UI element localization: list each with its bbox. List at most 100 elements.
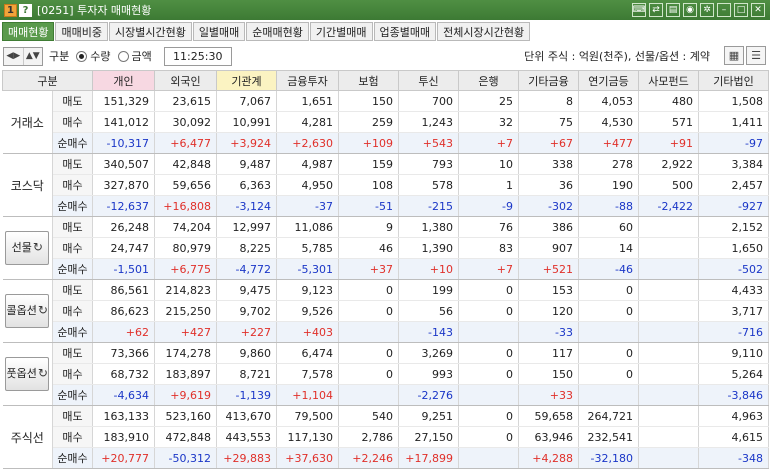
table-cell: -2,422	[638, 195, 699, 217]
tab-bar: 매매현황 매매비중 시장별시간현황 일별매매 순매매현황 기간별매매 업종별매매…	[0, 22, 770, 42]
table-cell: 0	[458, 426, 519, 448]
header-individual[interactable]: 개인	[92, 70, 155, 91]
market-category: 주식선	[2, 405, 53, 469]
tab-net-trading[interactable]: 순매매현황	[246, 22, 309, 41]
table-cell: 793	[398, 153, 459, 175]
header-financial-investment[interactable]: 금융투자	[276, 70, 339, 91]
header-other-corp[interactable]: 기타법인	[698, 70, 769, 91]
radio-quantity[interactable]: 수량	[76, 48, 111, 64]
table-cell: 199	[398, 279, 459, 301]
table-cell: 1,508	[698, 90, 769, 112]
table-cell: 1,650	[698, 237, 769, 259]
maximize-icon[interactable]: □	[734, 3, 748, 17]
table-cell: -3,124	[216, 195, 277, 217]
table-cell: 141,012	[92, 111, 155, 133]
export-icon[interactable]: ▤	[666, 3, 680, 17]
table-cell: 472,848	[154, 426, 217, 448]
row-type-label: 순매수	[52, 195, 93, 217]
minimize-icon[interactable]: –	[717, 3, 731, 17]
table-cell: -51	[338, 195, 399, 217]
radio-quantity-dot[interactable]	[76, 50, 88, 62]
table-cell	[638, 384, 699, 406]
tab-daily[interactable]: 일별매매	[192, 22, 246, 41]
table-cell: 232,541	[578, 426, 639, 448]
window-number-badge[interactable]: 1	[4, 3, 17, 17]
keyboard-icon[interactable]: ⌨	[632, 3, 646, 17]
table-cell: 4,615	[698, 426, 769, 448]
table-cell: 327,870	[92, 174, 155, 196]
tab-period[interactable]: 기간별매매	[309, 22, 373, 41]
table-icon[interactable]: ▦	[724, 46, 744, 65]
row-type-label: 매수	[52, 300, 93, 322]
table-cell: -10,317	[92, 132, 155, 154]
header-insurance[interactable]: 보험	[338, 70, 399, 91]
table-cell: 30,092	[154, 111, 217, 133]
menu-icon[interactable]: ☰	[746, 46, 766, 65]
header-institution[interactable]: 기관계	[216, 70, 277, 91]
market-category: 코스닥	[2, 153, 53, 217]
table-cell	[338, 321, 399, 343]
market-toggle-button[interactable]: 콜옵션 ↻	[5, 294, 50, 328]
table-cell: 214,823	[154, 279, 217, 301]
refresh-icon: ↻	[37, 366, 48, 381]
radio-amount[interactable]: 금액	[117, 48, 152, 64]
table-cell	[638, 237, 699, 259]
table-row: 순매수 -4,634 +9,619 -1,139 +1,104 -2,276 +33 -3,8…	[3, 384, 769, 406]
table-row: 거래소 매도 151,329 23,615 7,067 1,651 150 700 25 8 4,0…	[2, 90, 769, 154]
table-cell: -5,301	[276, 258, 339, 280]
table-cell: 0	[458, 279, 519, 301]
tab-trading-status[interactable]: 매매현황	[2, 22, 55, 41]
table-row: 주식선 매도 163,133 523,160 413,670 79,500 540 9,251…	[2, 405, 769, 469]
prev-arrow-icon[interactable]: ◀▶	[4, 47, 24, 65]
close-icon[interactable]: ✕	[751, 3, 765, 17]
table-cell: 1,651	[276, 90, 339, 112]
table-cell: 386	[518, 216, 579, 238]
row-type-label: 순매수	[52, 384, 93, 406]
table-cell: +6,775	[154, 258, 217, 280]
market-toggle-button[interactable]: 풋옵션 ↻	[5, 357, 50, 391]
tab-trading-ratio[interactable]: 매매비중	[55, 22, 108, 41]
header-bank[interactable]: 은행	[458, 70, 519, 91]
table-cell: 12,997	[216, 216, 277, 238]
table-cell: +2,246	[338, 447, 399, 469]
row-type-label: 매도	[52, 405, 93, 427]
header-other-finance[interactable]: 기타금융	[518, 70, 579, 91]
table-cell: 60	[578, 216, 639, 238]
table-cell: 36	[518, 174, 579, 196]
table-cell: 4,281	[276, 111, 339, 133]
market-label: 콜옵션	[6, 303, 37, 317]
row-type-label: 매수	[52, 111, 93, 133]
camera-icon[interactable]: ◉	[683, 3, 697, 17]
radio-amount-dot[interactable]	[117, 50, 129, 62]
tab-all-market-time[interactable]: 전체시장시간현황	[437, 22, 531, 41]
window-controls: ⌨ ⇄ ▤ ◉ ✲ – □ ✕	[632, 3, 765, 17]
tab-market-time[interactable]: 시장별시간현황	[108, 22, 192, 41]
updown-arrow-icon[interactable]: ▲▼	[24, 48, 43, 65]
header-private-fund[interactable]: 사모펀드	[638, 70, 699, 91]
table-cell: 2,786	[338, 426, 399, 448]
table-cell: 163,133	[92, 405, 155, 427]
table-cell: 10	[458, 153, 519, 175]
market-toggle-button[interactable]: 선물 ↻	[5, 231, 50, 265]
table-cell: 8,721	[216, 363, 277, 385]
header-pension[interactable]: 연기금등	[578, 70, 639, 91]
table-cell: 0	[338, 363, 399, 385]
table-cell: 14	[578, 237, 639, 259]
help-icon[interactable]: ?	[19, 3, 32, 17]
gear-icon[interactable]: ✲	[700, 3, 714, 17]
table-cell: 6,474	[276, 342, 339, 364]
table-row: 선물 ↻ 매도 26,248 74,204 12,997 11,086 9 1,380 76 386…	[2, 216, 769, 280]
table-cell: 3,717	[698, 300, 769, 322]
tab-sector[interactable]: 업종별매매	[373, 22, 437, 41]
market-category: 거래소	[2, 90, 53, 154]
table-cell: 76	[458, 216, 519, 238]
table-cell: -88	[578, 195, 639, 217]
header-foreign[interactable]: 외국인	[154, 70, 217, 91]
table-cell: 10,991	[216, 111, 277, 133]
table-row: 순매수 -10,317 +6,477 +3,924 +2,630 +109 +543 +7 +6…	[3, 132, 769, 154]
table-row: 매수 327,870 59,656 6,363 4,950 108 578 1 36 190 500…	[3, 174, 769, 196]
link-icon[interactable]: ⇄	[649, 3, 663, 17]
row-type-label: 매수	[52, 237, 93, 259]
header-trust[interactable]: 투신	[398, 70, 459, 91]
time-field[interactable]: 11:25:30	[163, 46, 232, 66]
